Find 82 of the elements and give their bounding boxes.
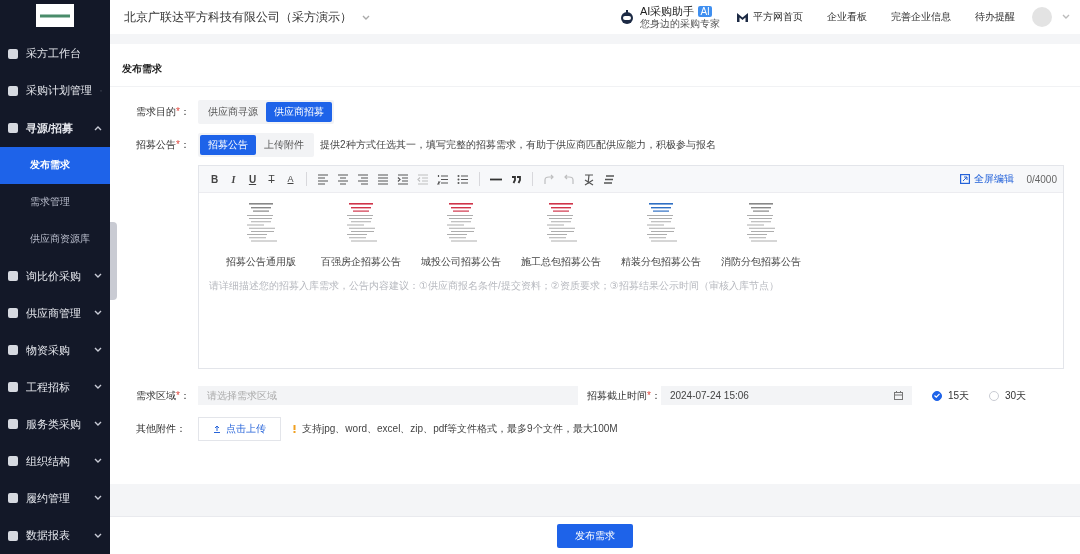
sidebar-item[interactable]: 工程招标: [0, 368, 110, 406]
header-link[interactable]: 待办提醒: [968, 10, 1022, 24]
bullet-list-icon[interactable]: [457, 172, 469, 186]
upload-button[interactable]: 点击上传: [198, 416, 281, 441]
sidebar-item[interactable]: 询比价采购: [0, 257, 110, 295]
chevron-up-icon: [94, 125, 102, 131]
radio-option[interactable]: 30天: [989, 388, 1027, 403]
template-name[interactable]: 招募公告通用版: [226, 255, 296, 269]
tab[interactable]: 招募公告: [200, 134, 256, 155]
indent-icon[interactable]: [397, 172, 409, 186]
align-left-icon[interactable]: [317, 172, 329, 186]
option-toggle[interactable]: 供应商招募: [266, 101, 332, 122]
template-name[interactable]: 消防分包招募公告: [721, 255, 801, 269]
bold-button[interactable]: B: [205, 170, 224, 188]
menu-item-icon: [8, 85, 18, 96]
italic-button[interactable]: I: [224, 170, 243, 188]
sidebar-subitem[interactable]: 发布需求: [0, 146, 110, 184]
align-center-icon[interactable]: [337, 172, 349, 186]
header-link[interactable]: 企业看板: [820, 10, 874, 24]
submit-button[interactable]: 发布需求: [557, 523, 633, 548]
template-name[interactable]: 施工总包招募公告: [521, 255, 601, 269]
sidebar-item[interactable]: 采购计划管理: [0, 72, 110, 110]
align-right-icon[interactable]: [357, 172, 369, 186]
sidebar-subitem[interactable]: 供应商资源库: [0, 220, 110, 258]
menu-item-icon: [8, 419, 18, 430]
field-label: 需求目的*：: [136, 104, 191, 119]
header-link[interactable]: 完善企业信息: [884, 10, 958, 24]
robot-icon[interactable]: [619, 9, 635, 25]
upload-icon: [213, 424, 221, 433]
menu-item-icon: [8, 456, 18, 467]
upload-note: 支持jpg、word、excel、zip、pdf等文件格式，最多9个文件，最大100M: [302, 421, 618, 436]
menu-item-icon: [8, 530, 18, 541]
ordered-list-icon[interactable]: [437, 172, 449, 186]
sidebar-item[interactable]: 服务类采购: [0, 405, 110, 443]
fullscreen-button[interactable]: 全屏编辑: [960, 172, 1015, 186]
hint-text: 提供2种方式任选其一，填写完整的招募需求，有助于供应商匹配供应能力，积极参与报名: [320, 137, 716, 152]
header-link[interactable]: 平方网首页: [730, 10, 810, 24]
character-count: 0/4000: [1026, 173, 1057, 185]
sidebar-item[interactable]: 组织结构: [0, 442, 110, 480]
menu-item-icon: [8, 308, 18, 319]
ai-badge: AI: [698, 6, 712, 17]
radio-button[interactable]: [931, 390, 942, 401]
field-label: 招募截止时间*：: [587, 389, 661, 401]
sidebar-item[interactable]: 履约管理: [0, 479, 110, 517]
field-label: 其他附件：: [136, 421, 187, 436]
template-name[interactable]: 精装分包招募公告: [621, 255, 701, 269]
menu-item-icon: [8, 271, 18, 282]
template-name[interactable]: 城投公司招募公告: [421, 255, 501, 269]
logo: [36, 4, 74, 28]
strike-button[interactable]: T: [262, 170, 281, 188]
menu-item-icon: [8, 382, 18, 393]
sidebar-item[interactable]: 数据报表: [0, 517, 110, 554]
sidebar-item[interactable]: 寻源/招募: [0, 109, 110, 147]
sidebar-subitem[interactable]: 需求管理: [0, 183, 110, 221]
calendar-icon: [893, 391, 903, 400]
logo-mark-icon: [737, 12, 748, 22]
warning-icon: [293, 424, 296, 433]
form-title: 发布需求: [110, 44, 1080, 87]
option-toggle[interactable]: 供应商寻源: [200, 101, 266, 122]
tab[interactable]: 上传附件: [256, 134, 312, 155]
template-name[interactable]: 百强房企招募公告: [321, 255, 401, 269]
clear-icon[interactable]: [583, 172, 595, 186]
company-name: 北京广联达平方科技有限公司（采方演示）: [124, 8, 352, 26]
field-label: 需求区域*：: [136, 388, 191, 403]
expand-icon: [960, 174, 971, 184]
menu-item-icon: [8, 493, 18, 504]
date-field[interactable]: 2024-07-24 15:06: [660, 386, 912, 405]
underline-button[interactable]: U: [243, 170, 262, 188]
collapse-handle[interactable]: [110, 222, 117, 300]
sidebar-item[interactable]: 采方工作台: [0, 35, 110, 73]
assistant-subtitle: 您身边的采购专家: [640, 17, 720, 29]
menu-item-icon: [8, 123, 18, 133]
menu-item-icon: [8, 48, 18, 59]
menu-item-icon: [8, 345, 18, 356]
sidebar-item[interactable]: 物资采购: [0, 331, 110, 369]
radio-option[interactable]: 15天: [931, 388, 970, 403]
field-label: 招募公告*：: [136, 137, 191, 152]
assistant-title[interactable]: AI采购助手: [640, 5, 695, 18]
justify-icon[interactable]: [377, 172, 389, 186]
sidebar-item[interactable]: 供应商管理: [0, 294, 110, 332]
format-icon[interactable]: [603, 172, 615, 186]
font-color-button[interactable]: A: [281, 170, 300, 188]
